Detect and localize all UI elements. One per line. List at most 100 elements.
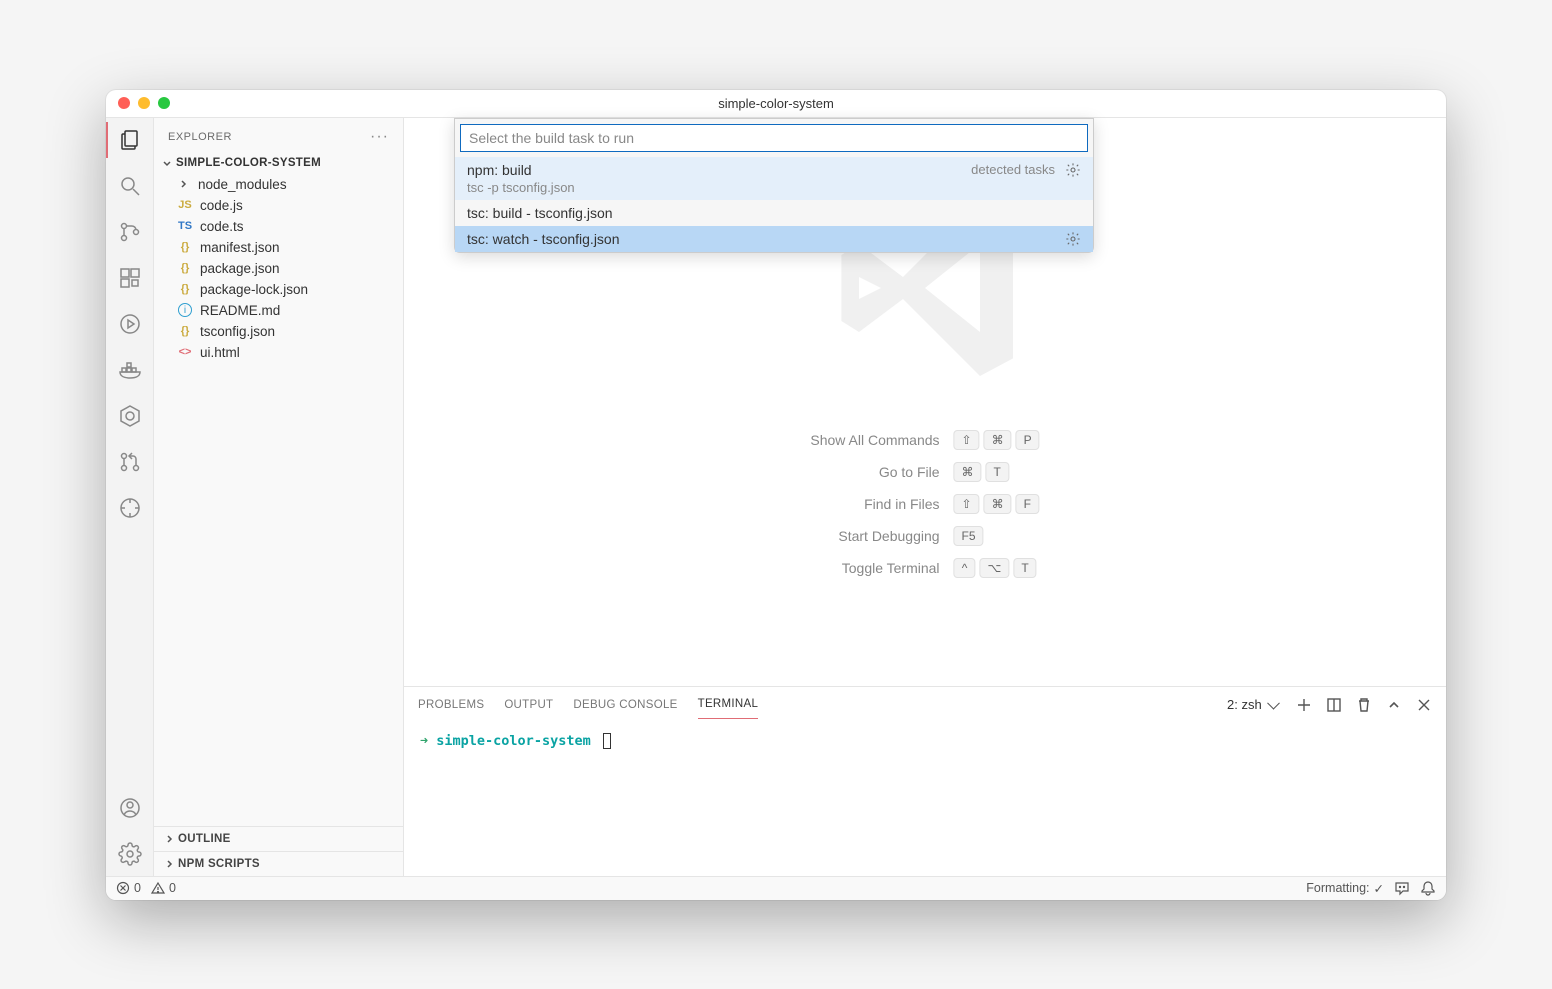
tab-terminal[interactable]: TERMINAL: [698, 690, 759, 719]
shortcut-label: Go to File: [810, 464, 939, 480]
tree-label: package-lock.json: [200, 282, 308, 297]
quick-pick-item-title: tsc: build - tsconfig.json: [467, 205, 613, 221]
outline-section[interactable]: OUTLINE: [154, 826, 403, 851]
sidebar-title: EXPLORER: [168, 131, 232, 143]
shortcut-keys: ^ ⌥ T: [954, 558, 1040, 578]
json-file-icon: {}: [176, 262, 194, 274]
json-file-icon: {}: [176, 325, 194, 337]
explorer-icon[interactable]: [116, 126, 144, 154]
window-title: simple-color-system: [718, 96, 834, 111]
gear-icon[interactable]: [116, 840, 144, 868]
tab-problems[interactable]: PROBLEMS: [418, 691, 484, 719]
quick-pick-item-desc: tsc -p tsconfig.json: [467, 180, 575, 195]
panel-tabs: PROBLEMS OUTPUT DEBUG CONSOLE TERMINAL 2…: [404, 687, 1446, 723]
tree-item-file[interactable]: <> ui.html: [170, 342, 395, 363]
close-window-button[interactable]: [118, 97, 130, 109]
quick-pick-item[interactable]: tsc: build - tsconfig.json: [455, 200, 1093, 226]
tab-output[interactable]: OUTPUT: [504, 691, 553, 719]
json-file-icon: {}: [176, 283, 194, 295]
chevron-down-icon: [160, 156, 174, 170]
shortcut-label: Toggle Terminal: [810, 560, 939, 576]
key: ⇧: [954, 494, 980, 514]
check-icon: ✓: [1374, 881, 1384, 896]
run-debug-icon[interactable]: [116, 310, 144, 338]
file-tree: node_modules JS code.js TS code.ts {} ma…: [154, 174, 403, 371]
explorer-sidebar: EXPLORER ··· SIMPLE-COLOR-SYSTEM node_mo…: [154, 118, 404, 876]
tree-item-file[interactable]: i README.md: [170, 300, 395, 321]
quick-pick-input[interactable]: [460, 124, 1088, 152]
chevron-right-icon: [176, 177, 190, 191]
tree-label: README.md: [200, 303, 280, 318]
outline-label: OUTLINE: [178, 833, 231, 845]
titlebar: simple-color-system: [106, 90, 1446, 118]
tree-label: tsconfig.json: [200, 324, 275, 339]
accounts-icon[interactable]: [116, 794, 144, 822]
terminal-cursor: [603, 733, 611, 749]
tree-item-folder[interactable]: node_modules: [170, 174, 395, 195]
terminal-select[interactable]: 2: zsh: [1223, 695, 1282, 714]
tab-debug-console[interactable]: DEBUG CONSOLE: [573, 691, 677, 719]
prompt-arrow: ➜: [420, 733, 428, 749]
gitlens-icon[interactable]: [116, 494, 144, 522]
kubernetes-icon[interactable]: [116, 402, 144, 430]
shortcut-keys: ⇧ ⌘ P: [954, 430, 1040, 450]
detected-tasks-label: detected tasks: [971, 162, 1055, 177]
shortcut-keys: ⇧ ⌘ F: [954, 494, 1040, 514]
tree-item-file[interactable]: JS code.js: [170, 195, 395, 216]
tree-item-file[interactable]: TS code.ts: [170, 216, 395, 237]
maximize-panel-icon[interactable]: [1386, 697, 1402, 713]
vscode-window: simple-color-system: [106, 90, 1446, 900]
status-formatting[interactable]: Formatting: ✓: [1306, 881, 1384, 896]
close-panel-icon[interactable]: [1416, 697, 1432, 713]
docker-icon[interactable]: [116, 356, 144, 384]
pull-requests-icon[interactable]: [116, 448, 144, 476]
key: ⌥: [980, 558, 1010, 578]
sidebar-header: EXPLORER ···: [154, 118, 403, 152]
configure-task-icon[interactable]: [1065, 162, 1081, 178]
minimize-window-button[interactable]: [138, 97, 150, 109]
npm-scripts-section[interactable]: NPM SCRIPTS: [154, 851, 403, 876]
status-errors[interactable]: 0: [116, 881, 141, 895]
workspace-folder[interactable]: SIMPLE-COLOR-SYSTEM: [154, 152, 403, 174]
more-actions-icon[interactable]: ···: [370, 128, 389, 146]
extensions-icon[interactable]: [116, 264, 144, 292]
tree-item-file[interactable]: {} manifest.json: [170, 237, 395, 258]
js-file-icon: JS: [176, 199, 194, 211]
status-bell-icon[interactable]: [1420, 880, 1436, 896]
maximize-window-button[interactable]: [158, 97, 170, 109]
tree-item-file[interactable]: {} tsconfig.json: [170, 321, 395, 342]
formatting-label: Formatting:: [1306, 881, 1369, 895]
tree-item-file[interactable]: {} package-lock.json: [170, 279, 395, 300]
quick-pick-item[interactable]: npm: build tsc -p tsconfig.json detected…: [455, 157, 1093, 200]
quick-pick: npm: build tsc -p tsconfig.json detected…: [454, 118, 1094, 253]
panel: PROBLEMS OUTPUT DEBUG CONSOLE TERMINAL 2…: [404, 686, 1446, 876]
info-file-icon: i: [176, 303, 194, 317]
key: P: [1016, 430, 1040, 450]
terminal[interactable]: ➜ simple-color-system: [404, 723, 1446, 876]
tree-label: code.js: [200, 198, 243, 213]
quick-pick-item-title: npm: build: [467, 162, 575, 178]
configure-task-icon[interactable]: [1065, 231, 1081, 247]
key: F5: [954, 526, 984, 546]
quick-pick-item[interactable]: tsc: watch - tsconfig.json: [455, 226, 1093, 252]
terminal-selector[interactable]: 2: zsh: [1223, 695, 1282, 714]
ts-file-icon: TS: [176, 220, 194, 232]
tree-label: ui.html: [200, 345, 240, 360]
split-terminal-icon[interactable]: [1326, 697, 1342, 713]
key: F: [1016, 494, 1039, 514]
key: ⌘: [984, 430, 1012, 450]
new-terminal-icon[interactable]: [1296, 697, 1312, 713]
chevron-right-icon: [162, 857, 176, 871]
status-feedback-icon[interactable]: [1394, 880, 1410, 896]
tree-item-file[interactable]: {} package.json: [170, 258, 395, 279]
kill-terminal-icon[interactable]: [1356, 697, 1372, 713]
key: ⇧: [954, 430, 980, 450]
status-warnings[interactable]: 0: [151, 881, 176, 895]
tree-label: node_modules: [198, 177, 287, 192]
json-file-icon: {}: [176, 241, 194, 253]
traffic-lights: [118, 97, 170, 109]
shortcut-keys: F5: [954, 526, 1040, 546]
source-control-icon[interactable]: [116, 218, 144, 246]
tree-label: code.ts: [200, 219, 244, 234]
search-icon[interactable]: [116, 172, 144, 200]
